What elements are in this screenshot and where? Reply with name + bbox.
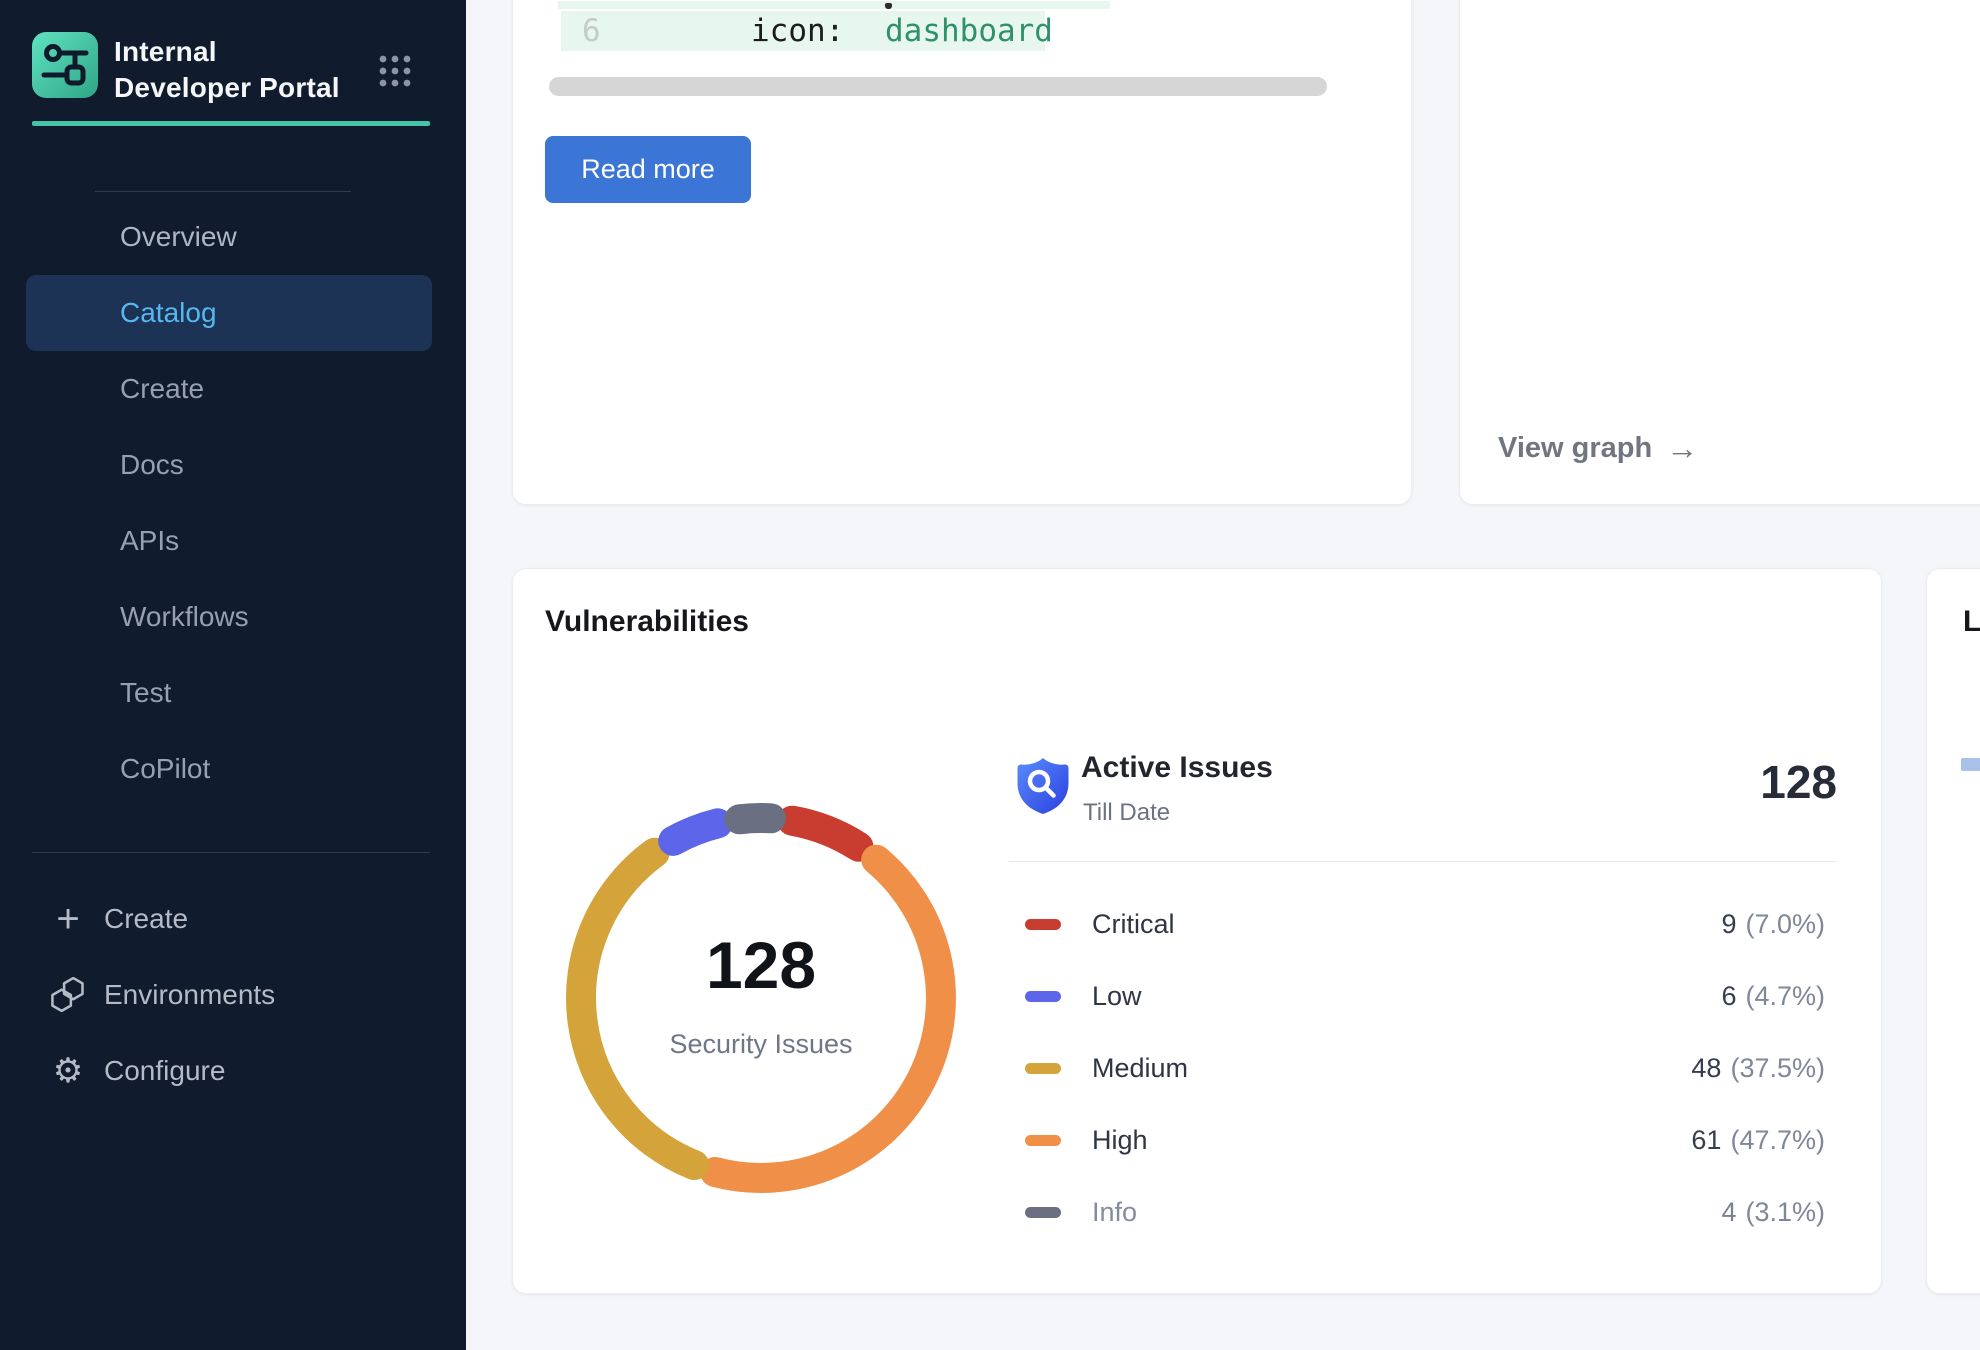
card-title-fragment: L (1963, 605, 1980, 639)
legend-row-info: Info 4 (3.1%) (1009, 1176, 1837, 1248)
sidebar-item-docs[interactable]: Docs (26, 427, 432, 503)
sidebar-divider (32, 852, 430, 853)
sidebar: Internal Developer Portal Overview Catal… (0, 0, 466, 1350)
sidebar-item-catalog[interactable]: Catalog (26, 275, 432, 351)
code-line-truncated (558, 1, 1110, 9)
legend-swatch (1025, 991, 1061, 1002)
sidebar-footer-configure[interactable]: ⚙ Configure (32, 1033, 432, 1109)
sidebar-accent-bar (32, 121, 430, 126)
gear-icon: ⚙ (48, 1051, 88, 1091)
sidebar-item-label: Test (26, 677, 171, 709)
legend-label: Low (1092, 981, 1142, 1012)
legend-label: Info (1092, 1197, 1137, 1228)
legend-percent: (3.1%) (1745, 1197, 1825, 1228)
sidebar-item-test[interactable]: Test (26, 655, 432, 731)
legend-count: 6 (1721, 981, 1736, 1012)
legend-label: Medium (1092, 1053, 1188, 1084)
sidebar-item-overview[interactable]: Overview (26, 199, 432, 275)
sidebar-item-label: Catalog (26, 297, 217, 329)
view-graph-link[interactable]: View graph → (1498, 430, 1698, 467)
code-line: 6 icon: dashboard (561, 11, 1045, 51)
graph-card: View graph → (1459, 0, 1980, 505)
legend-row-high: High 61 (47.7%) (1009, 1104, 1837, 1176)
legend-swatch (1025, 1063, 1061, 1074)
legend-label: High (1092, 1125, 1148, 1156)
donut-segment-low[interactable] (673, 823, 718, 841)
footer-item-label: Create (104, 903, 188, 935)
sidebar-nav: Overview Catalog Create Docs APIs Workfl… (26, 199, 432, 807)
donut-segment-info[interactable] (739, 818, 771, 819)
legend-swatch (1025, 1207, 1061, 1218)
sidebar-item-label: APIs (26, 525, 179, 557)
sidebar-item-label: Create (26, 373, 204, 405)
sidebar-item-label: Workflows (26, 601, 249, 633)
footer-item-label: Configure (104, 1055, 225, 1087)
card-title: Vulnerabilities (545, 605, 749, 639)
arrow-right-icon: → (1666, 430, 1698, 467)
sidebar-item-copilot[interactable]: CoPilot (26, 731, 432, 807)
summary-total: 128 (1760, 755, 1837, 809)
sidebar-footer-create[interactable]: + Create (32, 881, 432, 957)
plus-icon: + (48, 899, 88, 939)
legend-count: 9 (1721, 909, 1736, 940)
read-more-button[interactable]: Read more (545, 136, 751, 203)
legend-percent: (4.7%) (1745, 981, 1825, 1012)
app-logo-icon (32, 32, 98, 98)
sidebar-item-workflows[interactable]: Workflows (26, 579, 432, 655)
vulnerabilities-card: Vulnerabilities 128 Security Issues Acti… (512, 568, 1882, 1294)
view-graph-label: View graph (1498, 432, 1652, 465)
summary-divider (1009, 861, 1837, 862)
legend-percent: (37.5%) (1730, 1053, 1825, 1084)
legend-percent: (47.7%) (1730, 1125, 1825, 1156)
legend-row-medium: Medium 48 (37.5%) (1009, 1032, 1837, 1104)
legend-swatch (1025, 1135, 1061, 1146)
code-value: dashboard (885, 11, 1053, 51)
shield-search-icon (1015, 755, 1071, 817)
sidebar-footer-environments[interactable]: Environments (32, 957, 432, 1033)
sidebar-item-label: CoPilot (26, 753, 210, 785)
legend-label: Critical (1092, 909, 1175, 940)
donut-center-value: 128 (551, 927, 971, 1003)
code-line-number: 6 (582, 11, 601, 51)
footer-item-label: Environments (104, 979, 275, 1011)
summary-title: Active Issues (1081, 751, 1273, 785)
legend-row-low: Low 6 (4.7%) (1009, 960, 1837, 1032)
donut-segment-high[interactable] (715, 860, 941, 1178)
partial-right-card: L (1926, 568, 1980, 1294)
chart-bar-fragment (1961, 758, 1980, 771)
sidebar-item-apis[interactable]: APIs (26, 503, 432, 579)
sidebar-divider (95, 191, 351, 192)
sidebar-item-label: Overview (26, 221, 237, 253)
legend-swatch (1025, 919, 1061, 930)
donut-segment-medium[interactable] (581, 853, 694, 1165)
legend-count: 48 (1691, 1053, 1721, 1084)
donut-center-label: Security Issues (551, 1029, 971, 1060)
donut-segment-critical[interactable] (792, 821, 858, 847)
legend-percent: (7.0%) (1745, 909, 1825, 940)
apps-grid-icon[interactable] (377, 53, 413, 89)
hexagons-icon (48, 977, 88, 1013)
legend-count: 4 (1721, 1197, 1736, 1228)
severity-legend: Critical 9 (7.0%) Low 6 (4.7%) Medium 48… (1009, 888, 1837, 1248)
summary-subtitle: Till Date (1083, 799, 1170, 827)
sidebar-item-label: Docs (26, 449, 184, 481)
sidebar-item-create[interactable]: Create (26, 351, 432, 427)
code-key: icon: (751, 11, 844, 51)
sidebar-footer: + Create Environments ⚙ Configure (32, 881, 432, 1109)
app-title: Internal Developer Portal (114, 34, 349, 106)
legend-row-critical: Critical 9 (7.0%) (1009, 888, 1837, 960)
horizontal-scrollbar[interactable] (549, 77, 1327, 96)
legend-count: 61 (1691, 1125, 1721, 1156)
doc-preview-card: 6 icon: dashboard Read more (512, 0, 1412, 505)
active-issues-summary: Active Issues Till Date 128 (1009, 751, 1837, 841)
